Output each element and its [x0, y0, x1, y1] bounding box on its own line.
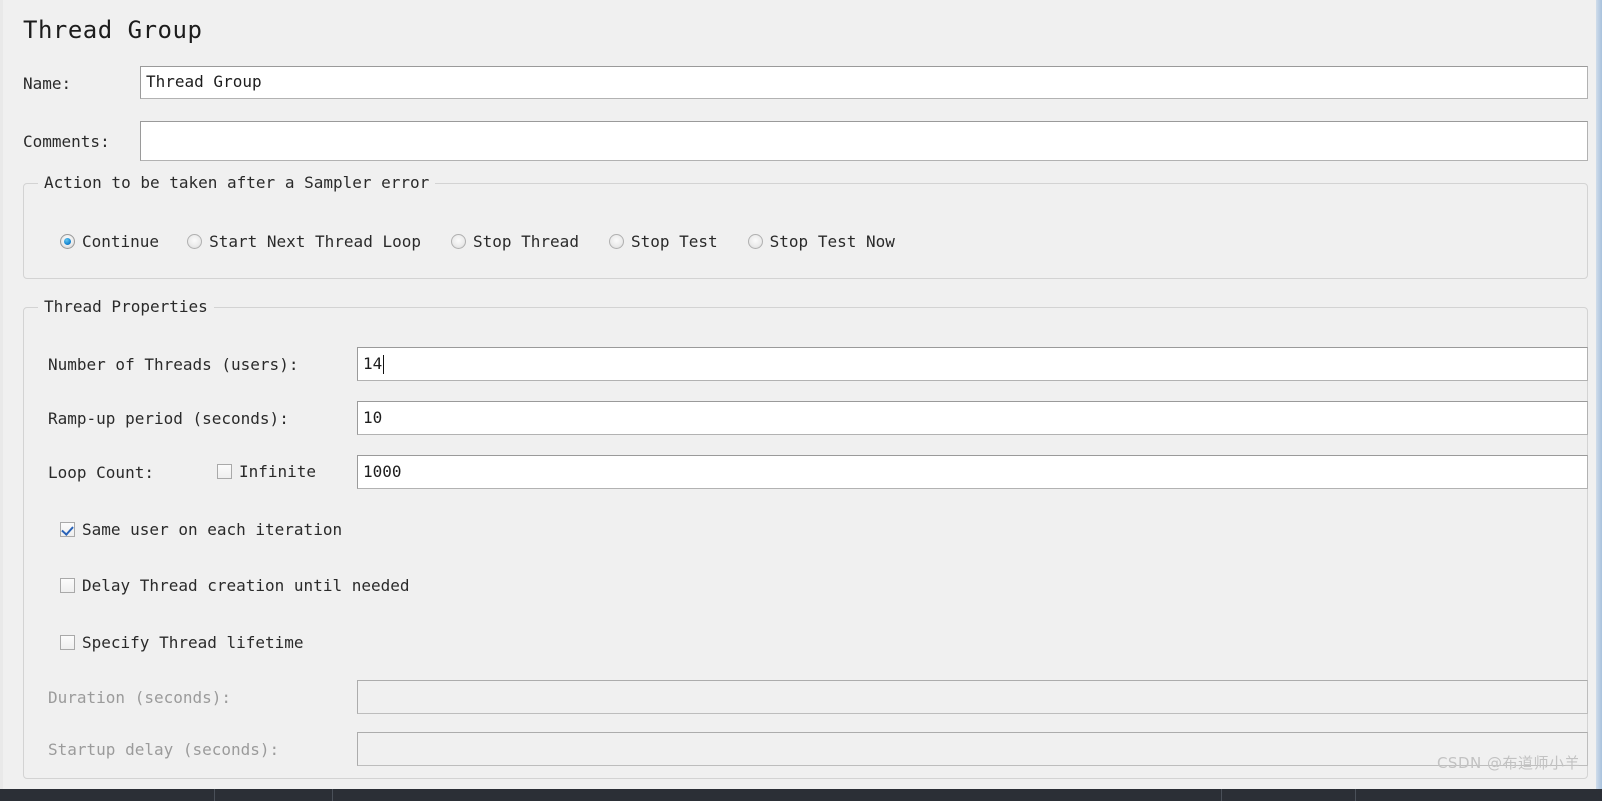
radio-selected-icon [60, 234, 75, 249]
specify-thread-lifetime-checkbox[interactable]: Specify Thread lifetime [60, 633, 304, 652]
watermark: CSDN @布道师小羊 [1436, 754, 1580, 772]
duration-input[interactable] [357, 680, 1588, 714]
window-left-edge [0, 0, 3, 789]
thread-group-window: Thread Group Name: Thread Group Comments… [0, 0, 1602, 801]
ramp-up-period-input[interactable]: 10 [357, 401, 1588, 435]
radio-continue-label: Continue [82, 232, 160, 251]
radio-stop-test-now-label: Stop Test Now [769, 232, 895, 251]
radio-stop-test-now[interactable]: Stop Test Now [747, 232, 895, 251]
number-of-threads-input[interactable]: 14 [357, 347, 1588, 381]
thread-group-panel: Thread Group Name: Thread Group Comments… [4, 0, 1596, 789]
taskbar-divider [332, 789, 333, 801]
comments-label: Comments: [23, 132, 110, 151]
checkbox-unchecked-icon [60, 578, 75, 593]
radio-unselected-icon [187, 234, 203, 249]
taskbar-divider [1355, 789, 1356, 801]
thread-properties-group-title: Thread Properties [38, 297, 214, 316]
taskbar-divider [214, 789, 215, 801]
loop-count-label: Loop Count: [48, 463, 154, 482]
text-caret [383, 354, 385, 374]
same-user-each-iteration-label: Same user on each iteration [82, 520, 343, 539]
radio-stop-thread-label: Stop Thread [472, 232, 579, 251]
number-of-threads-value: 14 [363, 353, 383, 373]
radio-unselected-icon [608, 234, 624, 249]
radio-start-next-thread-loop-label: Start Next Thread Loop [209, 232, 421, 251]
loop-count-input[interactable]: 1000 [357, 455, 1588, 489]
radio-stop-test-label: Stop Test [630, 232, 718, 251]
loop-infinite-checkbox[interactable]: Infinite [217, 462, 316, 481]
loop-infinite-label: Infinite [239, 462, 317, 481]
sampler-error-group-title: Action to be taken after a Sampler error [38, 173, 436, 192]
taskbar-divider [1221, 789, 1222, 801]
taskbar [0, 789, 1602, 801]
name-input[interactable]: Thread Group [140, 66, 1588, 99]
radio-start-next-thread-loop[interactable]: Start Next Thread Loop [187, 232, 421, 251]
duration-label: Duration (seconds): [48, 688, 232, 707]
radio-stop-thread[interactable]: Stop Thread [450, 232, 579, 251]
page-title: Thread Group [23, 16, 203, 44]
radio-stop-test[interactable]: Stop Test [608, 232, 718, 251]
radio-unselected-icon [747, 234, 763, 249]
same-user-each-iteration-checkbox[interactable]: Same user on each iteration [60, 520, 342, 539]
comments-input[interactable] [140, 121, 1588, 161]
number-of-threads-label: Number of Threads (users): [48, 355, 299, 374]
sampler-error-group: Action to be taken after a Sampler error [23, 173, 1588, 279]
window-right-edge [1596, 0, 1602, 789]
radio-continue[interactable]: Continue [60, 232, 159, 251]
delay-thread-creation-label: Delay Thread creation until needed [82, 576, 410, 595]
specify-thread-lifetime-label: Specify Thread lifetime [82, 633, 304, 652]
checkbox-checked-icon [60, 522, 75, 537]
sampler-error-radio-group: Continue Start Next Thread Loop Stop Thr… [60, 232, 895, 251]
delay-thread-creation-checkbox[interactable]: Delay Thread creation until needed [60, 576, 410, 595]
ramp-up-period-label: Ramp-up period (seconds): [48, 409, 289, 428]
startup-delay-input[interactable] [357, 732, 1588, 766]
name-label: Name: [23, 74, 72, 93]
checkbox-unchecked-icon [60, 635, 75, 650]
startup-delay-label: Startup delay (seconds): [48, 740, 280, 759]
checkbox-unchecked-icon [217, 464, 232, 479]
radio-unselected-icon [450, 234, 466, 249]
